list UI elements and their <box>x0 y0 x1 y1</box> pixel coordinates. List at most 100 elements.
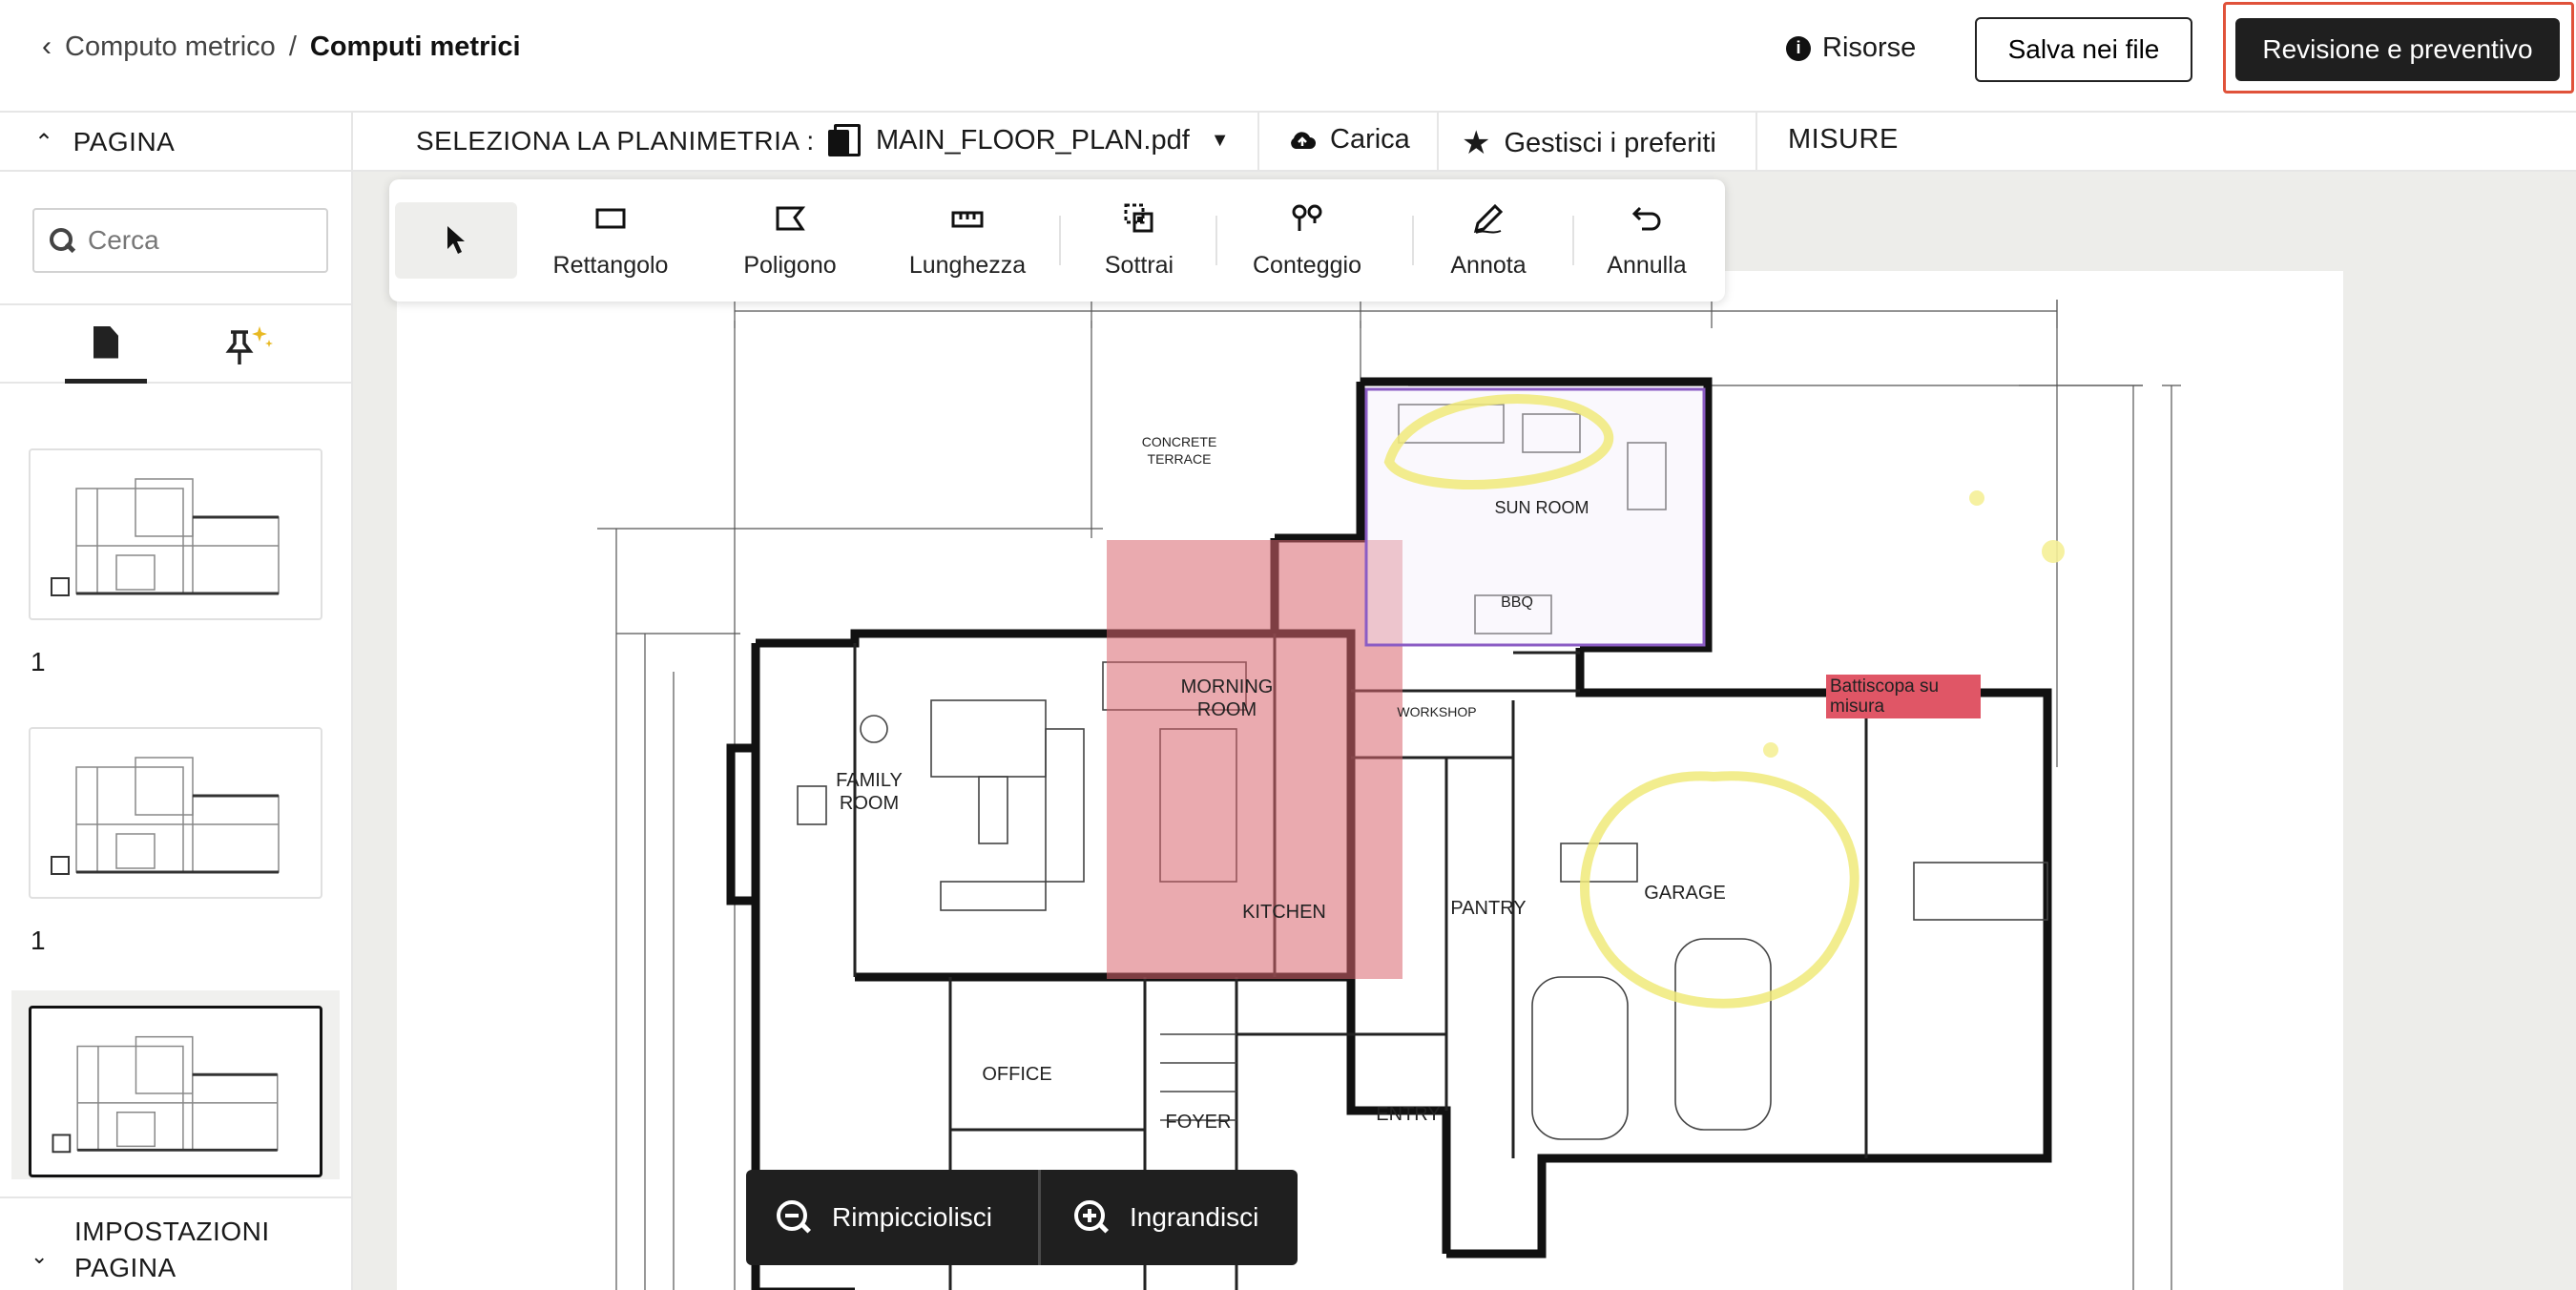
plan-file-name: MAIN_FLOOR_PLAN.pdf <box>876 124 1190 156</box>
room-label: FOYER <box>1165 1112 1232 1133</box>
measure-annotation-tag[interactable]: Battiscopa su misura <box>1826 675 1981 718</box>
subtract-icon <box>1120 202 1158 235</box>
subbar-divider <box>1437 113 1439 172</box>
undo-icon <box>1628 202 1666 235</box>
zoom-in-button[interactable]: Ingrandisci <box>1074 1170 1258 1265</box>
subtract-tool[interactable]: Sottrai <box>1082 179 1196 302</box>
plan-sheet: MORNING ROOM FAMILY ROOM KITCHEN PANTRY … <box>397 271 2343 1290</box>
page-settings-toggle[interactable]: ⌄ IMPOSTAZIONI PAGINA <box>0 1196 351 1290</box>
page-number: 1 <box>31 647 46 676</box>
page-thumbnail[interactable] <box>29 727 322 899</box>
room-label: SUN ROOM <box>1494 498 1589 517</box>
length-tool-label: Lunghezza <box>908 251 1027 279</box>
page-panel-toggle[interactable]: ⌃ PAGINA <box>0 113 353 172</box>
pin-sparkle-icon <box>225 326 273 364</box>
review-and-quote-button[interactable]: Revisione e preventivo <box>2235 18 2560 81</box>
room-label: MORNING ROOM <box>1180 676 1274 720</box>
app-header: ‹ Computo metrico / Computi metrici i Ri… <box>0 0 2576 113</box>
back-chevron-icon[interactable]: ‹ <box>42 31 52 63</box>
rectangle-icon <box>592 202 630 235</box>
polygon-tool-label: Poligono <box>743 251 837 279</box>
subbar-divider <box>1257 113 1259 172</box>
select-plan-label: SELEZIONA LA PLANIMETRIA : <box>416 126 815 156</box>
room-label: ENTRY <box>1376 1104 1441 1125</box>
rectangle-tool-label: Rettangolo <box>552 251 669 279</box>
pages-sidebar: 1 1 ⌄ IMPOSTAZIONI PAGINA <box>0 172 353 1290</box>
polygon-tool[interactable]: Poligono <box>731 179 849 302</box>
toolbar-divider <box>1572 216 1574 265</box>
measures-tab[interactable]: MISURE <box>1788 124 1899 156</box>
room-label: BBQ <box>1501 594 1533 611</box>
favorites-label: Gestisci i preferiti <box>1504 127 1716 158</box>
room-label: FAMILY ROOM <box>836 770 903 814</box>
measures-label: MISURE <box>1788 124 1899 155</box>
tab-pages[interactable] <box>65 305 147 384</box>
primary-button-highlight: Revisione e preventivo <box>2223 2 2574 94</box>
room-label: PANTRY <box>1450 898 1527 919</box>
zoom-out-icon <box>777 1200 811 1235</box>
zoom-divider <box>1038 1170 1041 1265</box>
sidebar-tabs <box>0 303 351 384</box>
length-tool[interactable]: Lunghezza <box>901 179 1034 302</box>
rectangle-tool[interactable]: Rettangolo <box>546 179 675 302</box>
page-settings-label: IMPOSTAZIONI PAGINA <box>74 1217 270 1282</box>
floor-plan-drawing <box>597 300 2181 1290</box>
tab-pinned[interactable] <box>221 322 279 370</box>
floor-plan-thumbnail <box>51 478 280 596</box>
chevron-up-icon: ⌃ <box>34 129 54 156</box>
upload-button[interactable]: Carica <box>1288 124 1410 156</box>
toolbar-divider <box>1059 216 1061 265</box>
zoom-out-button[interactable]: Rimpicciolisci <box>777 1170 992 1265</box>
room-label: KITCHEN <box>1242 902 1326 923</box>
save-to-files-button[interactable]: Salva nei file <box>1975 17 2192 82</box>
page-thumbnail[interactable] <box>29 448 322 620</box>
upload-label: Carica <box>1330 124 1410 155</box>
room-label: WORKSHOP <box>1397 704 1477 719</box>
toolbar-divider <box>1215 216 1217 265</box>
files-icon <box>828 124 861 156</box>
floor-plan-thumbnail <box>51 757 280 875</box>
annotate-tool[interactable]: Annota <box>1435 179 1542 302</box>
breadcrumb-parent-link[interactable]: Computo metrico <box>65 31 276 63</box>
zoom-out-label: Rimpicciolisci <box>832 1202 993 1232</box>
plan-file-dropdown[interactable]: MAIN_FLOOR_PLAN.pdf ▼ <box>828 124 1230 156</box>
page-panel-label: PAGINA <box>73 127 176 156</box>
page-search-input[interactable] <box>88 225 317 256</box>
room-label: OFFICE <box>982 1064 1052 1085</box>
count-tool-label: Conteggio <box>1253 251 1361 279</box>
plan-canvas[interactable]: MORNING ROOM FAMILY ROOM KITCHEN PANTRY … <box>353 172 2576 1290</box>
zoom-controls: Rimpicciolisci Ingrandisci <box>746 1170 1298 1265</box>
info-icon: i <box>1786 35 1811 61</box>
search-icon <box>48 226 76 255</box>
room-label: GARAGE <box>1644 883 1726 904</box>
manage-favorites-button[interactable]: ★ Gestisci i preferiti <box>1462 124 1716 162</box>
zoom-in-label: Ingrandisci <box>1130 1202 1259 1232</box>
count-icon <box>1288 202 1326 235</box>
polygon-icon <box>771 202 809 235</box>
resources-button[interactable]: i Risorse <box>1786 32 1916 64</box>
subtract-tool-label: Sottrai <box>1104 251 1174 279</box>
breadcrumb: ‹ Computo metrico / Computi metrici <box>42 31 521 63</box>
page-thumbnail-active[interactable] <box>29 1006 322 1177</box>
cursor-icon <box>447 226 465 254</box>
page-search <box>32 208 328 273</box>
zoom-in-icon <box>1074 1200 1109 1235</box>
caret-down-icon: ▼ <box>1210 129 1230 151</box>
breadcrumb-current: Computi metrici <box>309 31 521 62</box>
count-tool[interactable]: Conteggio <box>1236 179 1378 302</box>
measure-toolbar: Rettangolo Poligono Lunghezza Sottrai Co… <box>389 179 1725 302</box>
plan-subbar: ⌃ PAGINA SELEZIONA LA PLANIMETRIA : MAIN… <box>0 113 2576 172</box>
cloud-upload-icon <box>1291 131 1316 149</box>
floor-plan-thumbnail <box>52 1035 279 1154</box>
star-icon: ★ <box>1462 125 1491 161</box>
document-icon <box>93 325 118 359</box>
undo-tool[interactable]: Annulla <box>1593 179 1700 302</box>
page-number: 1 <box>31 926 46 955</box>
subbar-divider <box>1755 113 1757 172</box>
annotate-tool-label: Annota <box>1450 251 1527 279</box>
resources-label: Risorse <box>1822 32 1917 63</box>
toolbar-divider <box>1412 216 1414 265</box>
select-tool[interactable] <box>395 202 517 279</box>
ruler-icon <box>948 202 987 235</box>
chevron-down-icon: ⌄ <box>31 1244 49 1268</box>
